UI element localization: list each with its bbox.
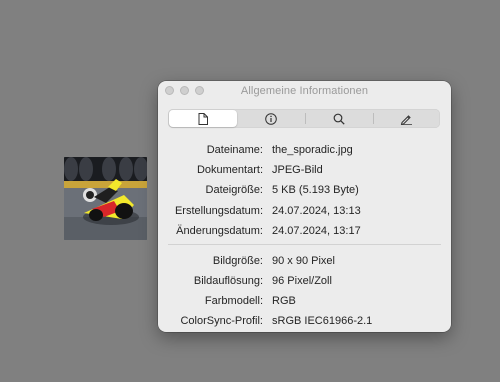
- minimize-button[interactable]: [180, 86, 189, 95]
- window-title: Allgemeine Informationen: [240, 85, 369, 97]
- image-thumbnail[interactable]: [64, 157, 147, 240]
- row-value: the_sporadic.jpg: [272, 144, 353, 157]
- row-label: Bildauflösung:: [193, 274, 263, 287]
- tab-search[interactable]: [305, 109, 373, 128]
- row-value: JPEG-Bild: [272, 164, 323, 177]
- window-controls: [165, 86, 204, 95]
- row-value: 24.07.2024, 13:17: [272, 224, 361, 237]
- info-list: Dateiname: the_sporadic.jpg Dokumentart:…: [158, 140, 451, 331]
- magnifier-icon: [333, 113, 345, 125]
- info-row-filename: Dateiname: the_sporadic.jpg: [158, 140, 451, 160]
- row-value: 90 x 90 Pixel: [272, 254, 335, 267]
- info-row-kind: Dokumentart: JPEG-Bild: [158, 160, 451, 180]
- info-row-modified: Änderungsdatum: 24.07.2024, 13:17: [158, 221, 451, 241]
- row-value: sRGB IEC61966-2.1: [272, 315, 373, 328]
- tab-general[interactable]: [169, 110, 237, 127]
- row-label: ColorSync-Profil:: [180, 315, 263, 328]
- tab-annotate[interactable]: [372, 109, 441, 128]
- info-row-colorsync-profile: ColorSync-Profil: sRGB IEC61966-2.1: [158, 311, 451, 331]
- info-row-color-model: Farbmodell: RGB: [158, 291, 451, 311]
- row-label: Dokumentart:: [196, 164, 263, 177]
- pencil-icon: [400, 113, 413, 125]
- document-icon: [198, 112, 208, 125]
- info-window: Allgemeine Informationen Dateiname: the_…: [158, 81, 451, 332]
- title-bar[interactable]: Allgemeine Informationen: [158, 81, 451, 101]
- close-button[interactable]: [165, 86, 174, 95]
- row-value: 96 Pixel/Zoll: [272, 274, 332, 287]
- info-row-dimensions: Bildgröße: 90 x 90 Pixel: [158, 250, 451, 270]
- row-value: 24.07.2024, 13:13: [272, 204, 361, 217]
- row-label: Änderungsdatum:: [176, 224, 263, 237]
- row-label: Bildgröße:: [212, 254, 263, 267]
- row-label: Dateigröße:: [205, 184, 263, 197]
- inspector-tabs: [168, 109, 440, 128]
- divider: [168, 244, 441, 246]
- row-value: RGB: [272, 294, 296, 307]
- row-label: Erstellungsdatum:: [174, 204, 263, 217]
- info-row-resolution: Bildauflösung: 96 Pixel/Zoll: [158, 271, 451, 291]
- motorcycle-photo: [64, 157, 147, 240]
- tab-more-info[interactable]: [238, 109, 306, 128]
- info-row-created: Erstellungsdatum: 24.07.2024, 13:13: [158, 201, 451, 221]
- row-label: Dateiname:: [206, 144, 263, 157]
- zoom-button[interactable]: [195, 86, 204, 95]
- row-label: Farbmodell:: [204, 294, 263, 307]
- info-icon: [265, 112, 278, 125]
- info-row-size: Dateigröße: 5 KB (5.193 Byte): [158, 180, 451, 200]
- row-value: 5 KB (5.193 Byte): [272, 184, 359, 197]
